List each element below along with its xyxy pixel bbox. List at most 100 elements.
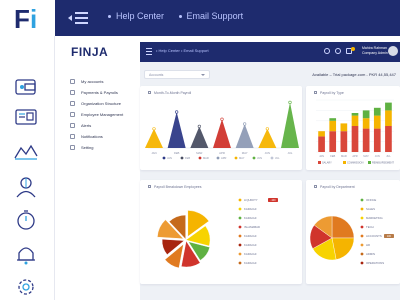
user-role: Company Admin (362, 50, 388, 55)
inner-app-window: FINJA • Help Center • Email Support Mahi… (60, 42, 400, 300)
employee-icon[interactable] (13, 176, 39, 198)
menu-item-payments[interactable]: Payments & Payrolls (70, 87, 118, 97)
notification-badge (351, 47, 355, 51)
notifications-icon (70, 133, 75, 139)
bell-icon[interactable] (13, 243, 39, 265)
peak-jan (145, 128, 163, 148)
wallet-icon[interactable] (13, 76, 39, 98)
x-tick-label: JAN (319, 154, 324, 158)
bar-jan-s0 (318, 136, 325, 152)
account-select[interactable]: Accounts (144, 70, 210, 79)
peak-marker (220, 117, 224, 121)
legend-label: APR (221, 156, 226, 160)
legend-label: FEB (185, 156, 190, 160)
employee-icon (70, 111, 75, 117)
x-tick-label: JUN (265, 151, 270, 155)
search-icon[interactable] (324, 48, 330, 54)
legend-label: MARKETING (366, 216, 383, 220)
bar-apr-s2 (351, 113, 359, 116)
stopwatch-icon[interactable] (13, 209, 39, 231)
payroll-department-chart: OFFICE SALES MARKETING TECH ACCOUNTS HR ADMIN O… (309, 198, 394, 265)
payroll-breakdown-chart: LIQUIDITY KARACHI KARACHI ISLAMABAD KARACHI K… (157, 198, 278, 269)
nav-help-center[interactable]: Help Center (108, 11, 170, 21)
finja-logo[interactable]: FINJA (60, 42, 140, 62)
value-pill-label: 100 (387, 235, 392, 238)
organization-icon (70, 100, 75, 106)
legend-label: TECH (366, 225, 374, 229)
menu-item-employee-management[interactable]: Employee Management (70, 109, 123, 119)
id-card-icon[interactable] (13, 106, 39, 128)
legend-dot (238, 207, 242, 211)
card-payroll-type: Payroll by Type JAN FEB MAR APR MAY JUN JUL SAL… (306, 86, 400, 170)
peak-feb (167, 112, 186, 148)
setting-icon (70, 144, 75, 150)
legend-label: ACCOUNTS (366, 234, 382, 238)
nav-email-support[interactable]: Email Support (178, 11, 250, 21)
brand-name: FINJA (71, 45, 109, 59)
legend-label: KARACHI (244, 234, 257, 238)
payments-icon (70, 89, 75, 95)
x-tick-label: APR (219, 151, 225, 155)
legend-dot (238, 216, 242, 220)
breadcrumb[interactable]: • Help Center • Email Support (156, 48, 209, 53)
collapse-menu-button[interactable] (68, 11, 88, 25)
bar-jun-s0 (373, 128, 381, 152)
card-payroll-department: Payroll by Department OFFICE SALES MARKETI… (306, 180, 400, 284)
legend-label: SALES (366, 207, 375, 211)
menu-item-setting[interactable]: Setting (70, 142, 93, 152)
inner-collapse-button[interactable] (144, 48, 152, 55)
x-tick-label: FEB (174, 151, 180, 155)
payroll-type-chart: JAN FEB MAR APR MAY JUN JUL SALARY COMMISSION REI… (316, 99, 394, 165)
legend-label: KARACHI (244, 261, 257, 265)
avatar[interactable] (388, 46, 398, 56)
peak-marker (175, 110, 179, 114)
legend-dot (238, 234, 242, 238)
legend-dot (216, 156, 220, 160)
bar-mar-s0 (340, 131, 348, 152)
bar-jul-s1 (385, 110, 392, 126)
bar-feb-s0 (329, 131, 337, 152)
legend-label: OFFICE (366, 198, 376, 202)
legend-dot (238, 198, 242, 202)
legend-label: MAR (203, 156, 209, 160)
legend-label: JUN (257, 156, 262, 160)
bar-apr-s1 (351, 115, 359, 126)
legend-dot (360, 252, 364, 256)
legend-dot (162, 156, 166, 160)
peak-may (235, 124, 254, 148)
legend-dot (360, 234, 364, 238)
menu-item-alerts[interactable]: Alerts (70, 120, 91, 130)
settings-icon[interactable] (335, 48, 341, 54)
legend-label: OPERATIONS (366, 261, 384, 265)
legend-label: JAN (167, 156, 172, 160)
legend-label: KARACHI (244, 252, 257, 256)
legend-label: COMMISSION (347, 162, 364, 165)
bar-jul-s2 (385, 102, 392, 111)
peak-jun (258, 128, 277, 148)
legend-dot (238, 252, 242, 256)
peak-marker (152, 127, 156, 131)
legend-dot (360, 198, 364, 202)
bar-feb-s1 (329, 120, 337, 132)
legend-dot (234, 156, 238, 160)
settings-gear-icon[interactable] (13, 276, 39, 298)
legend-dot (252, 156, 256, 160)
app-logo[interactable]: F i (0, 0, 55, 36)
bar-jan-s1 (318, 131, 325, 137)
card-month-payroll: Month-To-Month Payroll JAN FEB MAR APR MAY JU… (140, 86, 302, 170)
user-info[interactable]: Mahira Rahman Company Admin (362, 46, 388, 55)
card-payroll-breakdown: Payroll Breakdown Employees LIQUIDITY KAR… (140, 180, 302, 284)
trial-package-info: Available – Trial package.com - PKR 44,5… (312, 72, 396, 77)
peak-jul (281, 102, 299, 148)
inner-topbar: FINJA • Help Center • Email Support Mahi… (60, 42, 400, 62)
menu-item-notifications[interactable]: Notifications (70, 131, 103, 141)
month-payroll-chart: JAN FEB MAR APR MAY JUN JULJAN FEB MAR APR MAY JUN J… (145, 100, 299, 160)
x-tick-label: JUL (288, 151, 293, 155)
menu-item-my-accounts[interactable]: My accounts (70, 76, 103, 86)
line-chart-icon[interactable] (13, 140, 39, 162)
logo-letter-i: i (30, 4, 38, 34)
menu-item-organization[interactable]: Organization Structure (70, 98, 121, 108)
legend-dot (270, 156, 274, 160)
legend-label: HR (366, 243, 370, 247)
legend-label: JUL (275, 156, 280, 160)
